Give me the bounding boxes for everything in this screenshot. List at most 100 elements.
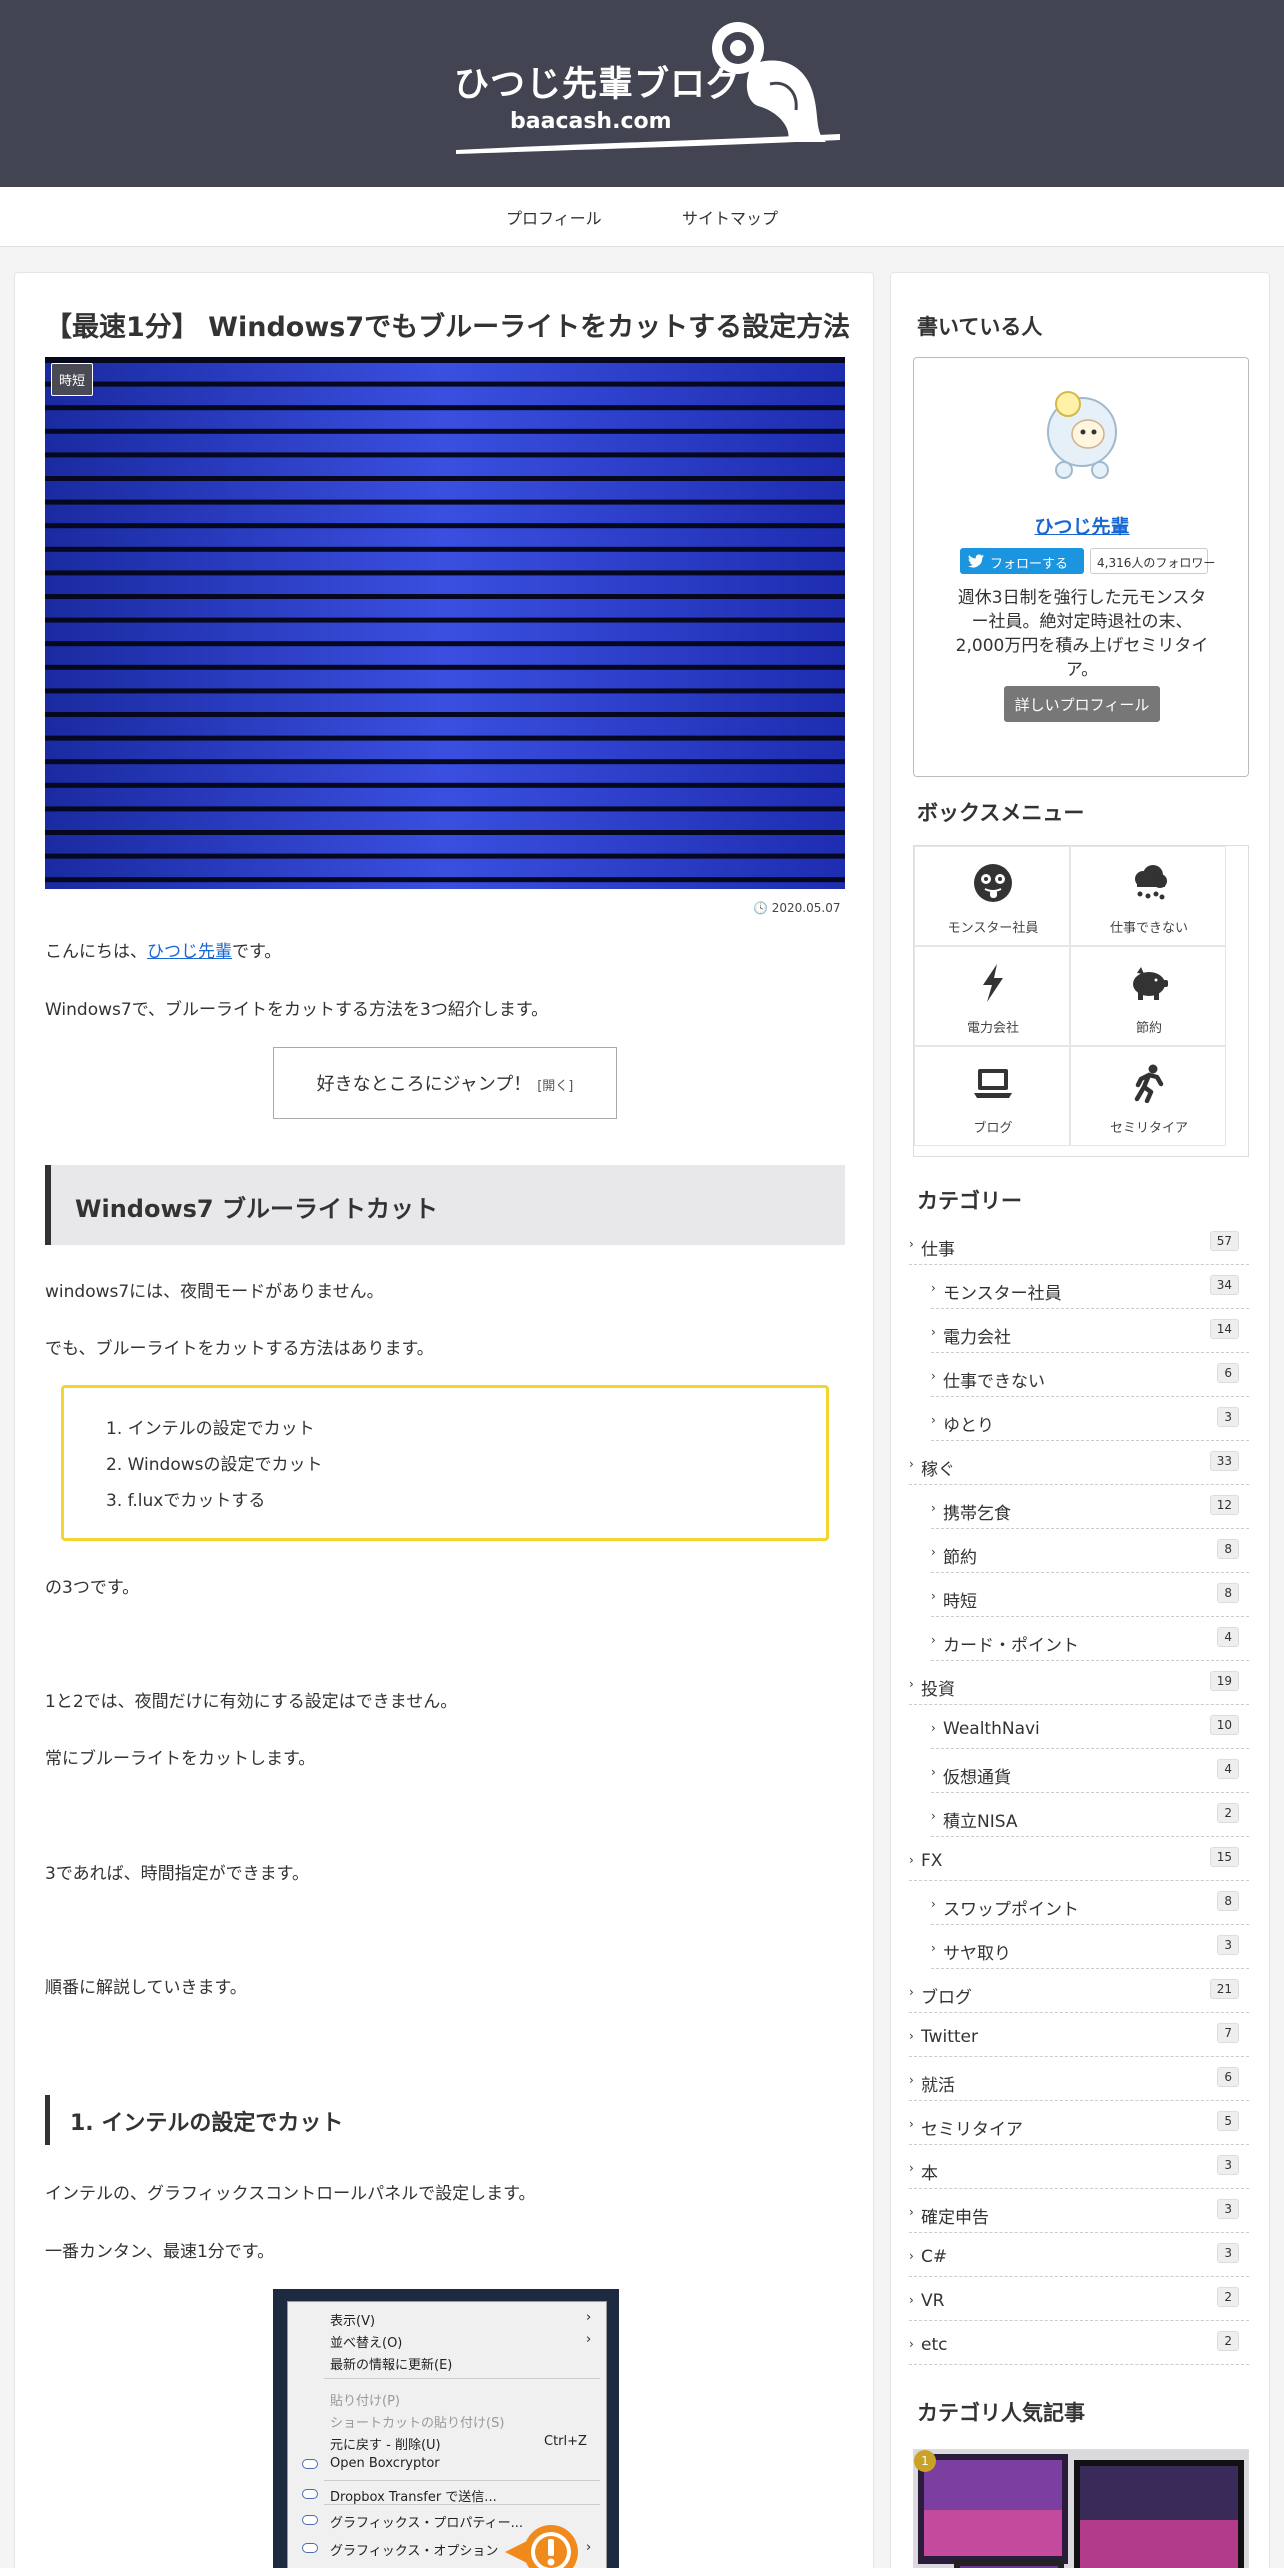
category-item[interactable]: › 電力会社 14 — [931, 1309, 1249, 1353]
boxmenu-monster[interactable]: モンスター社員 — [914, 846, 1070, 946]
author-heading: 書いている人 — [917, 315, 1043, 339]
context-menu-item[interactable]: 並べ替え(O) — [330, 2332, 402, 2351]
category-label[interactable]: 時短 — [51, 363, 94, 396]
sidebar: 書いている人 ひつじ先輩 フォローする 4,316人のフォロワー 週休3日制を強… — [890, 272, 1270, 2568]
boxmenu-saving[interactable]: 節約 — [1070, 946, 1226, 1046]
section-heading-h3: 1. インテルの設定でカット — [45, 2095, 445, 2145]
author-description: 週休3日制を強行した元モンスター社員。絶対定時退社の末、2,000万円を積み上げ… — [955, 588, 1209, 680]
popular-article-thumbnail[interactable]: 1 — [913, 2449, 1249, 2568]
toc-toggle[interactable]: [開く] — [537, 1079, 573, 1094]
submenu-arrow-icon: › — [586, 2310, 592, 2325]
context-menu-item[interactable]: グラフィックス・オプション — [330, 2540, 498, 2559]
category-item[interactable]: › Twitter 7 — [909, 2013, 1249, 2057]
category-item[interactable]: › サヤ取り 3 — [931, 1925, 1249, 1969]
author-name[interactable]: ひつじ先輩 — [914, 512, 1250, 539]
paragraph: でも、ブルーライトをカットする方法はあります。 — [45, 1339, 434, 1359]
boxmenu-cant-work[interactable]: 仕事できない — [1070, 846, 1226, 946]
boxmenu-label: 仕事できない — [1109, 921, 1188, 936]
paragraph: 順番に解説していきます。 — [45, 1978, 247, 1998]
context-menu-item[interactable]: 表示(V) — [330, 2310, 375, 2329]
table-of-contents[interactable]: 好きなところにジャンプ！ [開く] — [273, 1047, 617, 1119]
category-item[interactable]: › 稼ぐ 33 — [909, 1441, 1249, 1485]
piggy-bank-icon — [1133, 967, 1168, 1000]
boxmenu-label: モンスター社員 — [947, 921, 1039, 936]
category-item[interactable]: › etc 2 — [909, 2321, 1249, 2365]
category-item[interactable]: › ブログ 21 — [909, 1969, 1249, 2013]
category-item[interactable]: › 時短 8 — [931, 1573, 1249, 1617]
method-list-box: 1. インテルの設定でカット 2. Windowsの設定でカット 3. f.lu… — [61, 1385, 829, 1541]
h3-text: 1. インテルの設定でカット — [70, 2111, 344, 2136]
category-item[interactable]: › 携帯乞食 12 — [931, 1485, 1249, 1529]
category-name: 投資 — [921, 1680, 955, 1700]
twitter-follow-button[interactable]: フォローする — [960, 548, 1084, 574]
category-count: 6 — [1217, 1363, 1239, 1383]
site-url: baacash.com — [510, 109, 672, 134]
category-count: 8 — [1217, 1891, 1239, 1911]
boxmenu-power[interactable]: 電力会社 — [914, 946, 1070, 1046]
context-menu-item[interactable]: 最新の情報に更新(E) — [330, 2354, 452, 2373]
nav-sitemap[interactable]: サイトマップ — [682, 205, 778, 229]
article-main: 【最速1分】 Windows7でもブルーライトをカットする設定方法 時短 🕓 2… — [14, 272, 874, 2568]
category-item[interactable]: › 節約 8 — [931, 1529, 1249, 1573]
blind-slat — [45, 693, 845, 712]
author-link[interactable]: ひつじ先輩 — [147, 942, 232, 962]
category-item[interactable]: › セミリタイア 5 — [909, 2101, 1249, 2145]
paragraph: の3つです。 — [45, 1578, 140, 1598]
category-item[interactable]: › C# 3 — [909, 2233, 1249, 2277]
nav-profile[interactable]: プロフィール — [506, 205, 602, 229]
category-name: セミリタイア — [921, 2120, 1023, 2140]
category-item[interactable]: › 投資 19 — [909, 1661, 1249, 1705]
sheep-avatar-icon[interactable] — [1038, 384, 1126, 484]
category-count: 3 — [1217, 2199, 1239, 2219]
category-count: 12 — [1209, 1495, 1239, 1515]
author-name-link[interactable]: ひつじ先輩 — [1034, 516, 1129, 538]
category-item[interactable]: › カード・ポイント 4 — [931, 1617, 1249, 1661]
category-name: サヤ取り — [943, 1944, 1011, 1964]
category-item[interactable]: › 仕事できない 6 — [931, 1353, 1249, 1397]
blind-slat — [45, 433, 845, 453]
category-name: 携帯乞食 — [943, 1504, 1011, 1524]
category-item[interactable]: › 積立NISA 2 — [931, 1793, 1249, 1837]
paragraph: 一番カンタン、最速1分です。 — [45, 2242, 275, 2262]
context-menu-item: 貼り付け(P) — [330, 2394, 400, 2409]
category-item[interactable]: › スワップポイント 8 — [931, 1881, 1249, 1925]
blind-slat — [45, 669, 845, 689]
category-name: 確定申告 — [921, 2208, 989, 2228]
profile-detail-button[interactable]: 詳しいプロフィール — [1004, 686, 1160, 722]
context-menu-item[interactable]: 元に戻す - 削除(U) — [330, 2434, 441, 2453]
article-title: 【最速1分】 Windows7でもブルーライトをカットする設定方法 — [45, 312, 851, 343]
category-name: 電力会社 — [943, 1328, 1011, 1348]
category-count: 14 — [1209, 1319, 1239, 1339]
boxmenu-label: 電力会社 — [966, 1021, 1019, 1036]
category-item[interactable]: › 仮想通貨 4 — [931, 1749, 1249, 1793]
category-item[interactable]: › 仕事 57 — [909, 1221, 1249, 1265]
follow-label: フォローする — [990, 557, 1069, 572]
paragraph: windows7には、夜間モードがありません。 — [45, 1282, 384, 1302]
clock-icon: 🕓 — [753, 901, 772, 915]
category-item[interactable]: › 就活 6 — [909, 2057, 1249, 2101]
boxmenu-blog[interactable]: ブログ — [914, 1046, 1070, 1146]
category-item[interactable]: › VR 2 — [909, 2277, 1249, 2321]
category-item[interactable]: › FX 15 — [909, 1837, 1249, 1881]
twitter-bird-icon — [968, 554, 984, 568]
follower-count[interactable]: 4,316人のフォロワー — [1090, 548, 1215, 574]
context-menu-item[interactable]: Dropbox Transfer で送信... — [330, 2486, 497, 2505]
category-item[interactable]: › ゆとり 3 — [931, 1397, 1249, 1441]
chevron-right-icon: › — [909, 1853, 914, 1867]
boxmenu-semiretire[interactable]: セミリタイア — [1070, 1046, 1226, 1146]
category-name: VR — [921, 2291, 945, 2311]
chevron-right-icon: › — [931, 1721, 936, 1735]
category-item[interactable]: › モンスター社員 34 — [931, 1265, 1249, 1309]
category-count: 8 — [1217, 1583, 1239, 1603]
site-logo[interactable]: ひつじ先輩ブログ baacash.com — [452, 14, 844, 162]
context-menu-item[interactable]: Open Boxcryptor — [330, 2456, 440, 2471]
chevron-right-icon: › — [931, 1369, 936, 1383]
category-item[interactable]: › WealthNavi 10 — [931, 1705, 1249, 1749]
context-menu-item[interactable]: グラフィックス・プロパティー... — [330, 2512, 523, 2531]
category-item[interactable]: › 確定申告 3 — [909, 2189, 1249, 2233]
category-name: 節約 — [943, 1548, 977, 1568]
lightning-icon — [983, 964, 1003, 1002]
category-item[interactable]: › 本 3 — [909, 2145, 1249, 2189]
category-count: 6 — [1217, 2067, 1239, 2087]
submenu-arrow-icon: › — [586, 2332, 592, 2347]
